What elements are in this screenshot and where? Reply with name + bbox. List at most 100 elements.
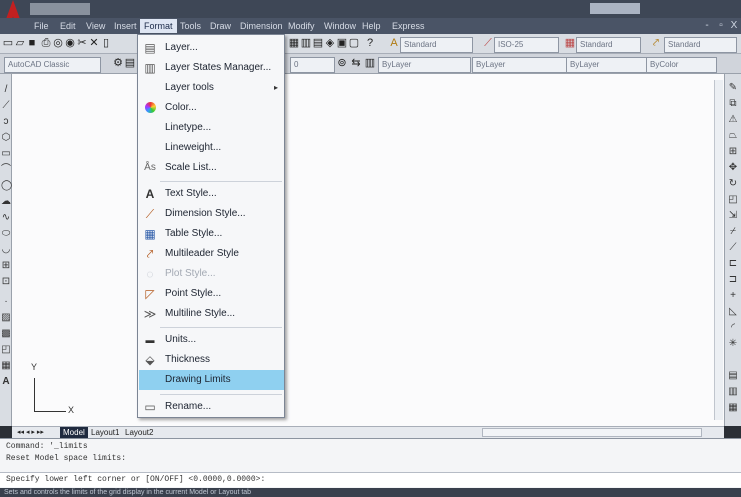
scale-icon[interactable]: ◰	[728, 194, 738, 206]
menu-item-layer-tools[interactable]: Layer tools ▸	[139, 78, 284, 98]
menu-item-dimension-style[interactable]: ⟋ Dimension Style...	[139, 204, 284, 224]
pan-icon[interactable]: ▦	[728, 402, 738, 414]
infocenter-search[interactable]	[590, 3, 640, 14]
rotate-icon[interactable]: ↻	[728, 178, 738, 190]
menu-file[interactable]: File	[30, 19, 53, 33]
extend-icon[interactable]: ⟋	[728, 242, 738, 254]
vertical-scrollbar[interactable]	[714, 80, 723, 420]
help-icon[interactable]: ?	[364, 37, 376, 50]
gradient-icon[interactable]: ▩	[1, 328, 11, 340]
plot-icon[interactable]: ⎙	[40, 37, 52, 50]
make-block-icon[interactable]: ⊡	[1, 276, 11, 288]
revision-cloud-icon[interactable]: ☁	[1, 196, 11, 208]
menu-draw[interactable]: Draw	[206, 19, 235, 33]
drawing-canvas[interactable]	[12, 74, 724, 426]
menu-express[interactable]: Express	[388, 19, 429, 33]
properties-icon[interactable]: ▤	[312, 37, 324, 50]
menu-item-drawing-limits[interactable]: Drawing Limits	[139, 370, 284, 390]
layer-previous-icon[interactable]: ⇆	[350, 57, 362, 70]
layer-dropdown[interactable]: 0	[290, 57, 335, 73]
publish-icon[interactable]: ◉	[64, 37, 76, 50]
spline-icon[interactable]: ∿	[1, 212, 11, 224]
menu-item-color[interactable]: Color...	[139, 98, 284, 118]
point-icon[interactable]: ·	[1, 296, 11, 308]
multiline-text-icon[interactable]: A	[1, 376, 11, 388]
menu-item-multiline-style[interactable]: ≫ Multiline Style...	[139, 304, 284, 324]
close-button[interactable]: X	[727, 20, 741, 32]
markup-icon[interactable]: ▢	[348, 37, 360, 50]
lineweight-dropdown[interactable]: ByLayer	[566, 57, 647, 73]
stretch-icon[interactable]: ⇲	[728, 210, 738, 222]
mleader-style-dropdown[interactable]: Standard	[664, 37, 737, 53]
new-icon[interactable]: ▭	[2, 37, 14, 50]
make-current-layer-icon[interactable]: ⊚	[336, 57, 348, 70]
hatch-icon[interactable]: ▨	[1, 312, 11, 324]
ellipse-icon[interactable]: ⬭	[1, 228, 11, 240]
plotstyle-dropdown[interactable]: ByColor	[646, 57, 717, 73]
horizontal-scrollbar[interactable]	[482, 428, 702, 437]
layout-viewports-icon[interactable]: ▤	[728, 370, 738, 382]
move-icon[interactable]: ✥	[728, 162, 738, 174]
layer-states-toolbar-icon[interactable]: ▥	[364, 57, 376, 70]
menu-edit[interactable]: Edit	[56, 19, 80, 33]
table-icon[interactable]: ▦	[1, 360, 11, 372]
circle-icon[interactable]: ◯	[1, 180, 12, 192]
command-line-input[interactable]: Specify lower left corner or [ON/OFF] <0…	[0, 472, 741, 487]
workspace-dropdown[interactable]: AutoCAD Classic	[4, 57, 101, 73]
menu-item-rename[interactable]: ▭ Rename...	[139, 397, 284, 417]
block-editor-icon[interactable]: ▥	[300, 37, 312, 50]
preview-icon[interactable]: ◎	[52, 37, 64, 50]
menu-item-point-style[interactable]: ◸ Point Style...	[139, 284, 284, 304]
copy-object-icon[interactable]: ⧉	[728, 98, 738, 110]
trim-icon[interactable]: ⌿	[728, 226, 738, 238]
break-at-point-icon[interactable]: ⊏	[728, 258, 738, 270]
layer-manager-icon[interactable]: ▤	[124, 57, 136, 70]
fillet-icon[interactable]: ◜	[728, 322, 738, 334]
array-icon[interactable]: ⊞	[728, 146, 738, 158]
menu-item-units[interactable]: ▬ Units...	[139, 330, 284, 350]
menu-tools[interactable]: Tools	[176, 19, 205, 33]
tab-layout1[interactable]: Layout1	[88, 427, 122, 438]
construction-line-icon[interactable]: ⟋	[1, 100, 11, 112]
tab-model[interactable]: Model	[60, 427, 88, 438]
restore-button[interactable]: ▫	[714, 20, 728, 32]
minimize-button[interactable]: -	[700, 20, 714, 32]
menu-insert[interactable]: Insert	[110, 19, 141, 33]
table-style-dropdown[interactable]: Standard	[576, 37, 641, 53]
menu-item-layer-states-manager[interactable]: ▥ Layer States Manager...	[139, 58, 284, 78]
menu-item-multileader-style[interactable]: ⤤ Multileader Style	[139, 244, 284, 264]
open-icon[interactable]: ▱	[14, 37, 26, 50]
chamfer-icon[interactable]: ◺	[728, 306, 738, 318]
save-icon[interactable]: ■	[26, 37, 38, 50]
menu-view[interactable]: View	[82, 19, 109, 33]
menu-item-linetype[interactable]: Linetype...	[139, 118, 284, 138]
match-properties-icon[interactable]: ▦	[288, 37, 300, 50]
polyline-icon[interactable]: ↄ	[1, 116, 11, 128]
copy-icon[interactable]: ✕	[88, 37, 100, 50]
menu-dimension[interactable]: Dimension	[236, 19, 287, 33]
tool-palettes-icon[interactable]: ▣	[336, 37, 348, 50]
workspace-settings-icon[interactable]: ⚙	[112, 57, 124, 70]
cut-icon[interactable]: ✂	[76, 37, 88, 50]
quick-access-toolbar[interactable]	[30, 3, 90, 15]
menu-format[interactable]: Format	[140, 19, 177, 33]
dim-style-dropdown[interactable]: ISO-25	[494, 37, 559, 53]
polygon-icon[interactable]: ⬡	[1, 132, 11, 144]
insert-block-icon[interactable]: ⊞	[1, 260, 11, 272]
menu-item-thickness[interactable]: ⬙ Thickness	[139, 350, 284, 370]
design-center-icon[interactable]: ◈	[324, 37, 336, 50]
paste-icon[interactable]: ▯	[100, 37, 112, 50]
offset-icon[interactable]: ⏢	[728, 130, 738, 142]
menu-item-layer[interactable]: ▤ Layer...	[139, 38, 284, 58]
menu-window[interactable]: Window	[320, 19, 360, 33]
mirror-icon[interactable]: ⚠	[728, 114, 738, 126]
menu-item-scale-list[interactable]: Ås Scale List...	[139, 158, 284, 178]
color-dropdown[interactable]: ByLayer	[378, 57, 471, 73]
rectangle-icon[interactable]: ▭	[1, 148, 11, 160]
region-icon[interactable]: ◰	[1, 344, 11, 356]
join-icon[interactable]: +	[728, 290, 738, 302]
explode-icon[interactable]: ✳	[728, 338, 738, 350]
menu-item-text-style[interactable]: A Text Style...	[139, 184, 284, 204]
line-icon[interactable]: /	[1, 84, 11, 96]
menu-item-table-style[interactable]: ▦ Table Style...	[139, 224, 284, 244]
